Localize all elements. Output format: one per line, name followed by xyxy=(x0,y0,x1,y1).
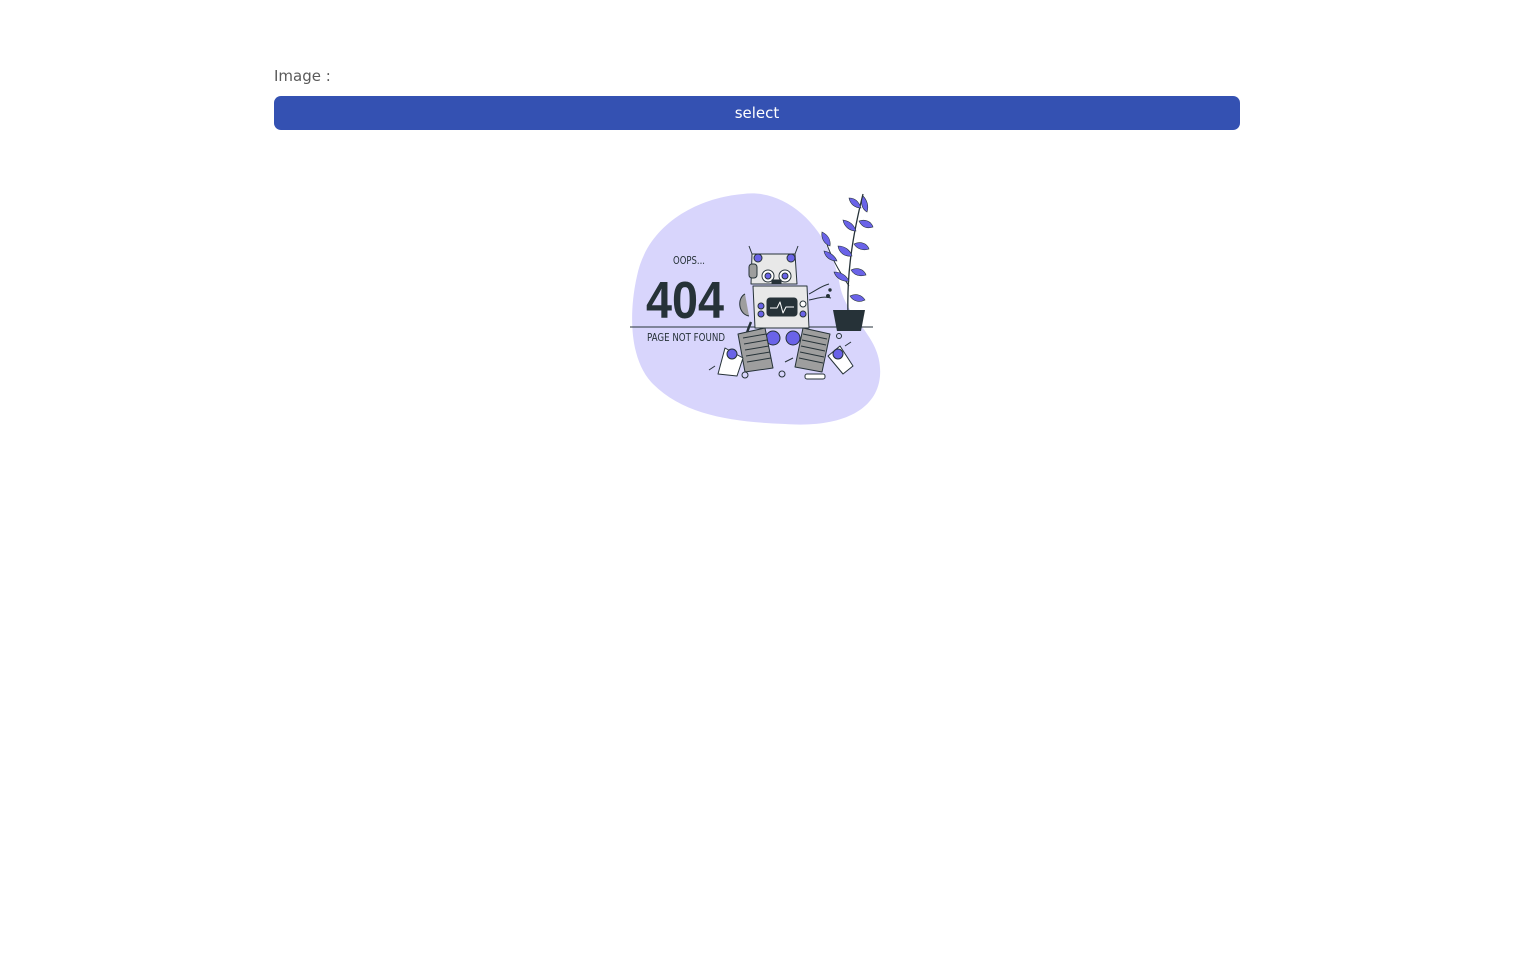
oops-text: OOPS... xyxy=(673,254,705,267)
page-not-found-illustration: OOPS... 404 PAGE NOT FOUND xyxy=(625,186,887,432)
select-button[interactable]: select xyxy=(274,96,1240,130)
plant-pot xyxy=(833,310,865,331)
robot-404-illustration: OOPS... 404 PAGE NOT FOUND xyxy=(630,193,881,425)
image-label: Image : xyxy=(274,67,331,85)
page-not-found-text: PAGE NOT FOUND xyxy=(647,331,725,344)
image-field-group: Image : select xyxy=(274,64,1240,130)
code-404-text: 404 xyxy=(646,272,724,330)
